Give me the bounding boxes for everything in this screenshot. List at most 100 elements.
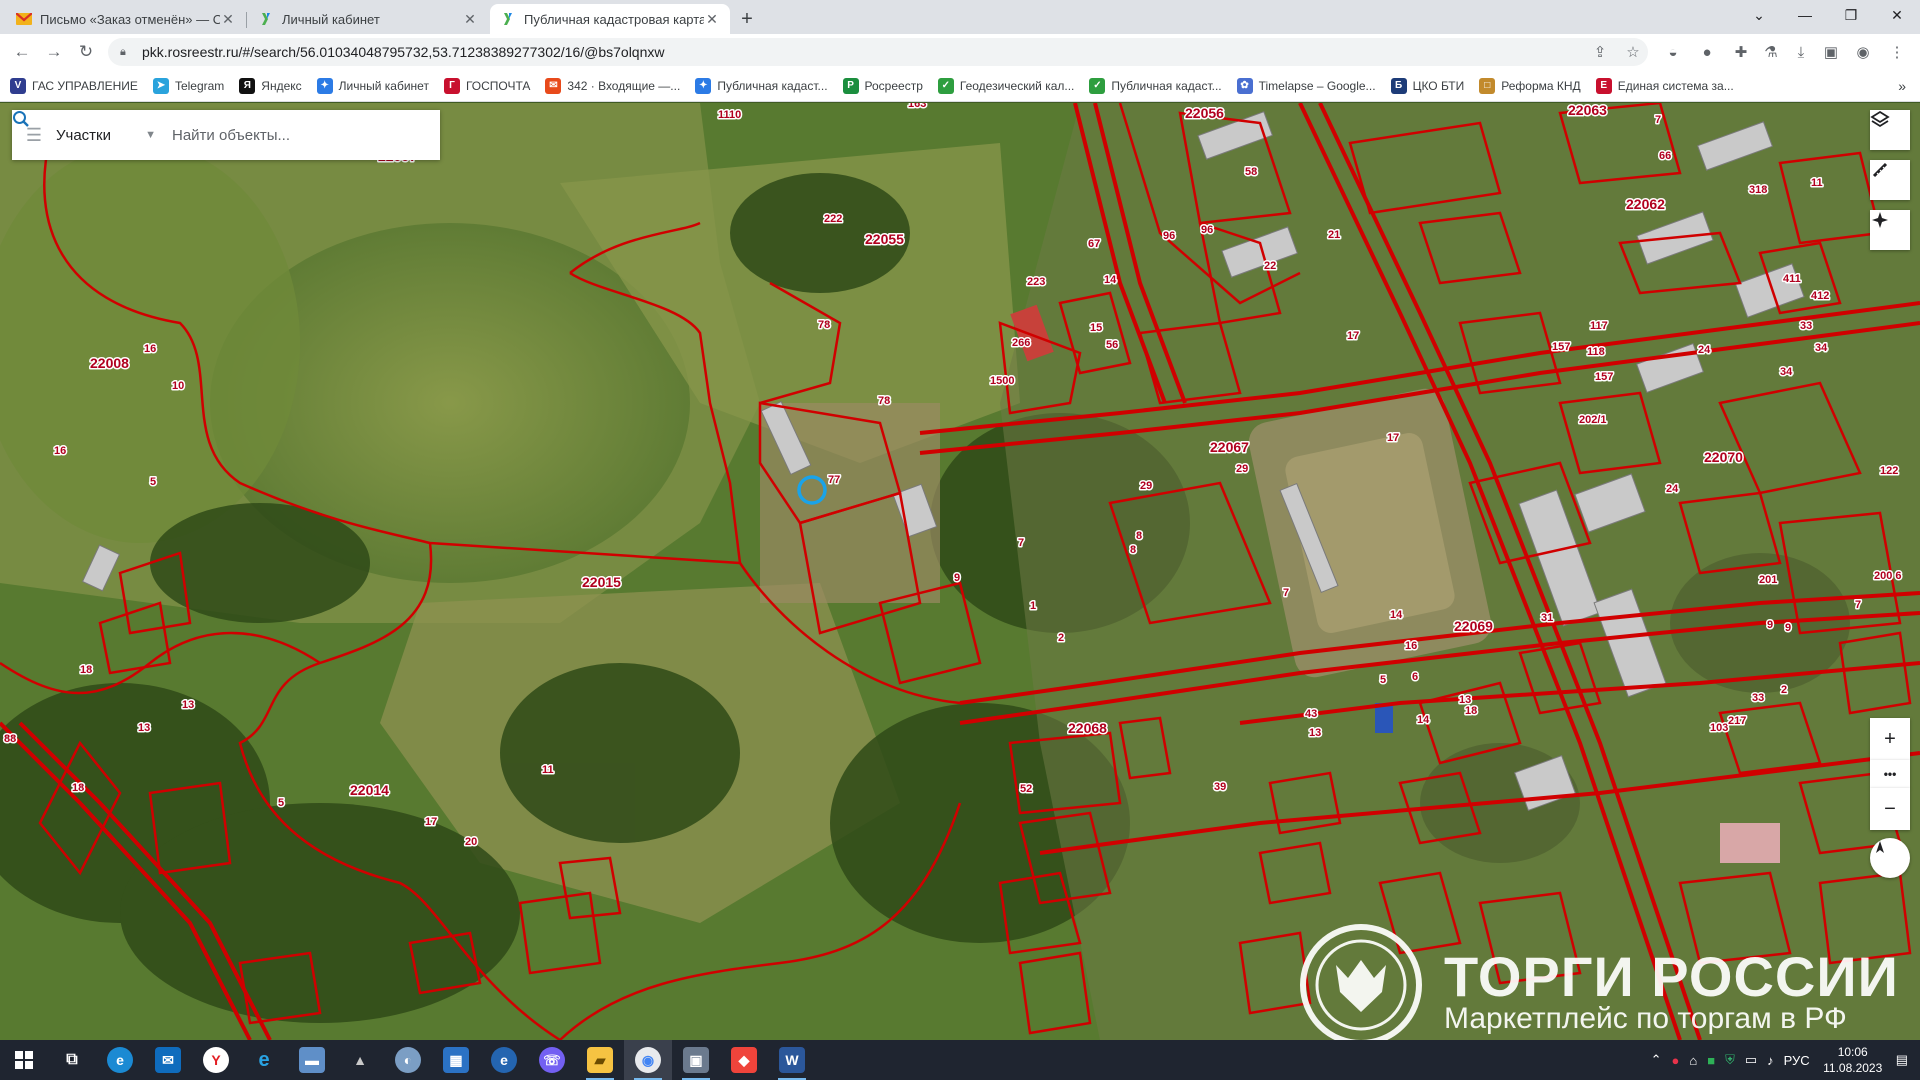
graduation-button[interactable]: ▲ [336, 1040, 384, 1080]
tray-app-icon[interactable]: ■ [1707, 1053, 1715, 1068]
bookmark-item[interactable]: ✿ Timelapse – Google... [1236, 77, 1376, 94]
store-button[interactable]: ▦ [432, 1040, 480, 1080]
menu-icon[interactable]: ⋮ [1884, 40, 1910, 64]
anydesk-icon: ◆ [731, 1047, 757, 1073]
download-icon[interactable]: ⤓ [1788, 40, 1814, 64]
minimize-button[interactable]: — [1782, 0, 1828, 30]
share-icon[interactable]: ⇪ [1587, 40, 1613, 64]
bookmark-item[interactable]: ✦ Личный кабинет [316, 77, 429, 94]
start-button[interactable] [0, 1040, 48, 1080]
search-button[interactable] [13, 110, 440, 160]
zoom-in-button[interactable]: + [1870, 718, 1910, 760]
extension-icon[interactable]: ● [1694, 40, 1720, 64]
bookmark-icon: ➤ [152, 77, 169, 94]
kaspersky-icon[interactable]: ⛨ [1725, 1052, 1735, 1068]
bookmark-item[interactable]: Б ЦКО БТИ [1390, 77, 1464, 94]
folder-icon: ▰ [587, 1047, 613, 1073]
more-bookmarks-button[interactable]: » [1898, 78, 1906, 94]
measure-button[interactable] [1870, 160, 1910, 200]
bookmark-label: ГОСПОЧТА [465, 78, 531, 93]
close-window-button[interactable]: ✕ [1874, 0, 1920, 30]
profile-icon[interactable]: ◉ [1850, 40, 1876, 64]
mail-icon [16, 11, 32, 27]
firefox-icon: ◐ [395, 1047, 421, 1073]
bookmark-item[interactable]: ✓ Публичная кадаст... [1089, 77, 1222, 94]
category-select[interactable]: Участки ▼ [56, 127, 164, 144]
tab-cadastral-map[interactable]: Публичная кадастровая карта ✕ [490, 4, 730, 34]
network-icon[interactable]: ▭ [1745, 1052, 1757, 1068]
bookmark-label: Яндекс [261, 78, 302, 93]
bookmark-item[interactable]: Г ГОСПОЧТА [443, 77, 531, 94]
rotate-button[interactable] [1870, 838, 1910, 878]
volume-icon[interactable]: ♪ [1767, 1053, 1774, 1068]
bookmark-icon: Я [239, 77, 256, 94]
photo-button[interactable]: ▣ [672, 1040, 720, 1080]
layers-button[interactable] [1870, 110, 1910, 150]
yandex-button[interactable]: Y [192, 1040, 240, 1080]
tab-lichny-kabinet[interactable]: Личный кабинет ✕ [246, 4, 488, 34]
restore-button[interactable]: ❐ [1828, 0, 1874, 30]
tab-bar: Письмо «Заказ отменён» — Oz ✕ Личный каб… [0, 0, 1920, 34]
anydesk-button[interactable]: ◆ [720, 1040, 768, 1080]
new-tab-button[interactable]: + [732, 4, 762, 34]
bookmark-item[interactable]: Р Росреестр [842, 77, 923, 94]
usb-icon[interactable]: ⌂ [1689, 1053, 1697, 1068]
search-input[interactable] [164, 126, 394, 144]
bookmark-item[interactable]: Я Яндекс [239, 77, 302, 94]
lock-icon: 🔒︎ [120, 45, 126, 58]
parcel-label: 24 [1698, 344, 1711, 356]
clock[interactable]: 10:06 11.08.2023 [1815, 1044, 1891, 1076]
parcel-label: 412 [1811, 290, 1829, 302]
parcel-label: 66 [1659, 150, 1671, 162]
bookmark-item[interactable]: ✦ Публичная кадаст... [695, 77, 828, 94]
bookmark-item[interactable]: ✓ Геодезический кал... [937, 77, 1074, 94]
close-tab-icon[interactable]: ✕ [462, 11, 478, 28]
firefox-button[interactable]: ◐ [384, 1040, 432, 1080]
parcel-label: 5 [278, 797, 284, 809]
extension-icon[interactable]: ◒ [1660, 40, 1686, 64]
parcel-label: 9 [1767, 619, 1773, 631]
locate-button[interactable] [1870, 210, 1910, 250]
tab-ozon-mail[interactable]: Письмо «Заказ отменён» — Oz ✕ [6, 4, 246, 34]
bookmark-item[interactable]: □ Реформа КНД [1479, 77, 1581, 94]
ie-button[interactable]: e [240, 1040, 288, 1080]
scanner-button[interactable]: ▬ [288, 1040, 336, 1080]
bookmark-icon: ✦ [316, 77, 333, 94]
chrome-button[interactable]: ◉ [624, 1040, 672, 1080]
task-view-button[interactable]: ⧉ [48, 1040, 96, 1080]
bookmark-item[interactable]: V ГАС УПРАВЛЕНИЕ [10, 77, 138, 94]
bookmark-icon: Г [443, 77, 460, 94]
extension-icon[interactable]: ⚗ [1758, 40, 1784, 64]
tray-app-icon[interactable]: ● [1672, 1053, 1680, 1068]
explorer-button[interactable]: ▰ [576, 1040, 624, 1080]
close-tab-icon[interactable]: ✕ [220, 11, 236, 28]
back-icon[interactable]: ← [6, 36, 38, 68]
tab-search-icon[interactable]: ⌄ [1736, 0, 1782, 30]
edge-button[interactable]: e [96, 1040, 144, 1080]
system-tray: ⌃ ● ⌂ ■ ⛨ ▭ ♪ РУС 10:06 11.08.2023 ▤ [1646, 1040, 1920, 1080]
puzzle-icon[interactable]: ✚ [1728, 40, 1754, 64]
parcel-label: 9 [1785, 622, 1791, 634]
chevron-up-icon[interactable]: ⌃ [1651, 1052, 1662, 1068]
bookmark-item[interactable]: ✉ 342 · Входящие —... [545, 77, 680, 94]
yandex-icon: Y [203, 1047, 229, 1073]
side-panel-icon[interactable]: ▣ [1818, 40, 1844, 64]
bookmark-label: Публичная кадаст... [1111, 78, 1222, 93]
forward-icon[interactable]: → [38, 36, 70, 68]
chevron-down-icon: ▼ [145, 129, 156, 141]
map-canvas[interactable]: 22007 22008 22015 22014 22055 22056 2206… [0, 103, 1920, 1040]
url-field[interactable]: 🔒︎ pkk.rosreestr.ru/#/search/56.01034048… [108, 38, 1648, 66]
zoom-out-button[interactable]: − [1870, 788, 1910, 830]
parcel-label: 39 [1214, 781, 1226, 793]
language-indicator[interactable]: РУС [1784, 1053, 1810, 1068]
bookmark-star-icon[interactable]: ☆ [1620, 40, 1646, 64]
word-button[interactable]: W [768, 1040, 816, 1080]
edge-2-button[interactable]: e [480, 1040, 528, 1080]
mail-button[interactable]: ✉ [144, 1040, 192, 1080]
viber-button[interactable]: ☏ [528, 1040, 576, 1080]
reload-icon[interactable]: ↻ [70, 36, 102, 68]
bookmark-item[interactable]: Е Единая система за... [1595, 77, 1734, 94]
close-tab-icon[interactable]: ✕ [704, 11, 720, 28]
notifications-icon[interactable]: ▤ [1896, 1052, 1908, 1068]
bookmark-item[interactable]: ➤ Telegram [152, 77, 224, 94]
